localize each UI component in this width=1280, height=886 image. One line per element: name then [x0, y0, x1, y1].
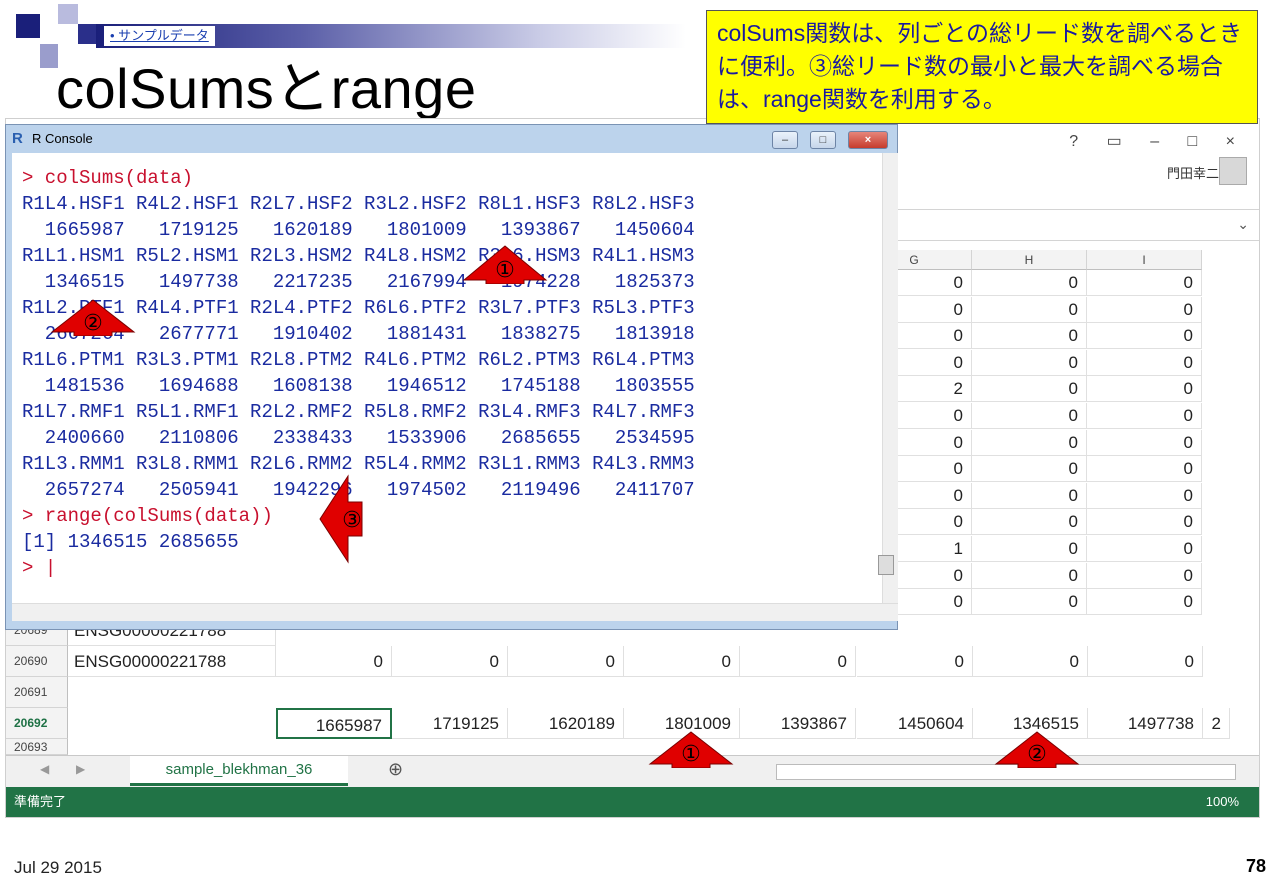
table-cell[interactable]: 1450604 [857, 708, 973, 739]
table-cell[interactable]: 2 [1202, 708, 1230, 739]
table-cell[interactable]: 0 [1087, 403, 1202, 429]
arrow-label: ① [495, 258, 515, 283]
table-cell[interactable]: 0 [972, 429, 1087, 456]
table-cell[interactable]: 0 [392, 646, 508, 677]
table-cell[interactable]: 0 [972, 456, 1087, 483]
table-cell[interactable]: 0 [624, 646, 740, 677]
page-number: 78 [1245, 856, 1266, 876]
arrow-label: ② [83, 311, 103, 336]
table-cell[interactable]: 0 [276, 646, 392, 677]
table-cell[interactable]: 0 [972, 536, 1087, 562]
status-text: 準備完了 [14, 794, 67, 809]
table-cell[interactable]: 0 [1087, 536, 1202, 562]
decor-square-3 [78, 24, 96, 44]
callout-note: colSums関数は、列ごとの総リード数を調べるときに便利。③総リード数の最小と… [706, 10, 1258, 124]
row-header[interactable]: 20691 [6, 677, 68, 708]
table-cell[interactable]: 0 [857, 646, 973, 677]
table-cell[interactable]: 0 [972, 646, 1088, 677]
table-cell[interactable]: 0 [1087, 296, 1202, 323]
table-cell[interactable]: 0 [1087, 589, 1202, 616]
close-button[interactable]: × [848, 131, 888, 149]
add-sheet-icon[interactable]: ⊕ [388, 759, 403, 780]
footer-date: Jul 29 2015 [14, 858, 102, 877]
r-console-title: R Console [32, 131, 93, 146]
arrow-label: ③ [342, 508, 362, 533]
table-cell[interactable]: 0 [972, 270, 1087, 296]
command-line: > colSums(data) [22, 167, 194, 189]
chevron-down-icon[interactable]: ⌄ [1237, 216, 1249, 233]
table-cell[interactable]: 0 [1087, 509, 1202, 536]
colsums-output: R1L4.HSF1 R4L2.HSF1 R2L7.HSF2 R3L2.HSF2 … [22, 193, 695, 501]
avatar[interactable] [1219, 157, 1247, 185]
table-cell[interactable]: 0 [1087, 270, 1202, 296]
table-cell[interactable]: 1497738 [1087, 708, 1203, 739]
console-output[interactable]: > colSums(data) R1L4.HSF1 R4L2.HSF1 R2L7… [12, 153, 882, 603]
arrow-1-sheet: ① [648, 731, 734, 768]
cell-id[interactable]: ENSG00000221788 [68, 646, 276, 677]
zoom-level[interactable]: 100% [1206, 787, 1239, 817]
console-horizontal-scrollbar[interactable] [12, 603, 898, 621]
arrow-2-sheet: ② [994, 731, 1080, 768]
table-cell[interactable]: 0 [1087, 323, 1202, 350]
arrow-label: ① [681, 742, 701, 767]
minimize-button[interactable]: – [772, 131, 798, 149]
table-cell[interactable]: 1719125 [392, 708, 508, 739]
table-cell[interactable]: 0 [740, 646, 856, 677]
table-cell[interactable]: 0 [1087, 646, 1203, 677]
table-cell[interactable]: 0 [972, 509, 1087, 536]
table-cell[interactable]: 1393867 [740, 708, 856, 739]
slide-title: colSumsとrange [56, 57, 477, 120]
arrow-2-console: ② [50, 299, 136, 336]
decor-square-2 [58, 4, 78, 24]
status-bar: 準備完了 100% [6, 787, 1259, 817]
excel-window-controls[interactable]: ? ▭ – □ × [1069, 131, 1247, 151]
table-cell[interactable]: 0 [972, 323, 1087, 350]
table-cell[interactable]: 0 [508, 646, 624, 677]
tab-nav-left-icon[interactable]: ◀ [40, 762, 49, 776]
sheet-tab[interactable]: sample_blekhman_36 [130, 756, 348, 786]
range-result: [1] 1346515 2685655 [22, 531, 239, 553]
row-header-selected[interactable]: 20692 [6, 708, 68, 739]
table-cell[interactable]: 0 [972, 349, 1087, 376]
table-cell[interactable]: 0 [972, 296, 1087, 323]
user-name[interactable]: 門田幸二 [1167, 163, 1219, 182]
arrow-3-console: ③ [319, 474, 363, 564]
input-prompt[interactable]: > [22, 557, 45, 579]
maximize-button[interactable]: □ [810, 131, 836, 149]
table-cell[interactable]: 0 [1087, 349, 1202, 376]
scroll-thumb[interactable] [878, 555, 894, 575]
table-cell[interactable]: 0 [972, 376, 1087, 403]
column-header-i[interactable]: I [1087, 250, 1202, 270]
decor-square-1 [16, 14, 40, 38]
r-console-window[interactable]: R R Console – □ × > colSums(data) R1L4.H… [5, 124, 898, 630]
tab-nav-right-icon[interactable]: ▶ [76, 762, 85, 776]
arrow-label: ② [1027, 742, 1047, 767]
row-header[interactable]: 20693 [6, 739, 68, 755]
table-cell[interactable]: 0 [1087, 562, 1202, 589]
sample-data-link[interactable]: • サンプルデータ [104, 26, 215, 46]
table-cell[interactable]: 0 [972, 562, 1087, 589]
table-cell[interactable]: 0 [1087, 456, 1202, 483]
console-vertical-scrollbar[interactable] [882, 153, 898, 603]
table-cell[interactable]: 0 [1087, 376, 1202, 403]
selected-cell[interactable]: 1665987 [276, 708, 392, 739]
table-cell[interactable]: 0 [972, 403, 1087, 429]
table-cell[interactable]: 0 [972, 482, 1087, 509]
table-cell[interactable]: 0 [1087, 482, 1202, 509]
table-cell[interactable]: 0 [1087, 429, 1202, 456]
row-header[interactable]: 20690 [6, 646, 68, 677]
table-cell[interactable]: 1620189 [508, 708, 624, 739]
command-line: > range(colSums(data)) [22, 505, 273, 527]
column-header-h[interactable]: H [972, 250, 1087, 270]
table-cell[interactable]: 0 [972, 589, 1087, 616]
arrow-1-console: ① [462, 245, 548, 284]
